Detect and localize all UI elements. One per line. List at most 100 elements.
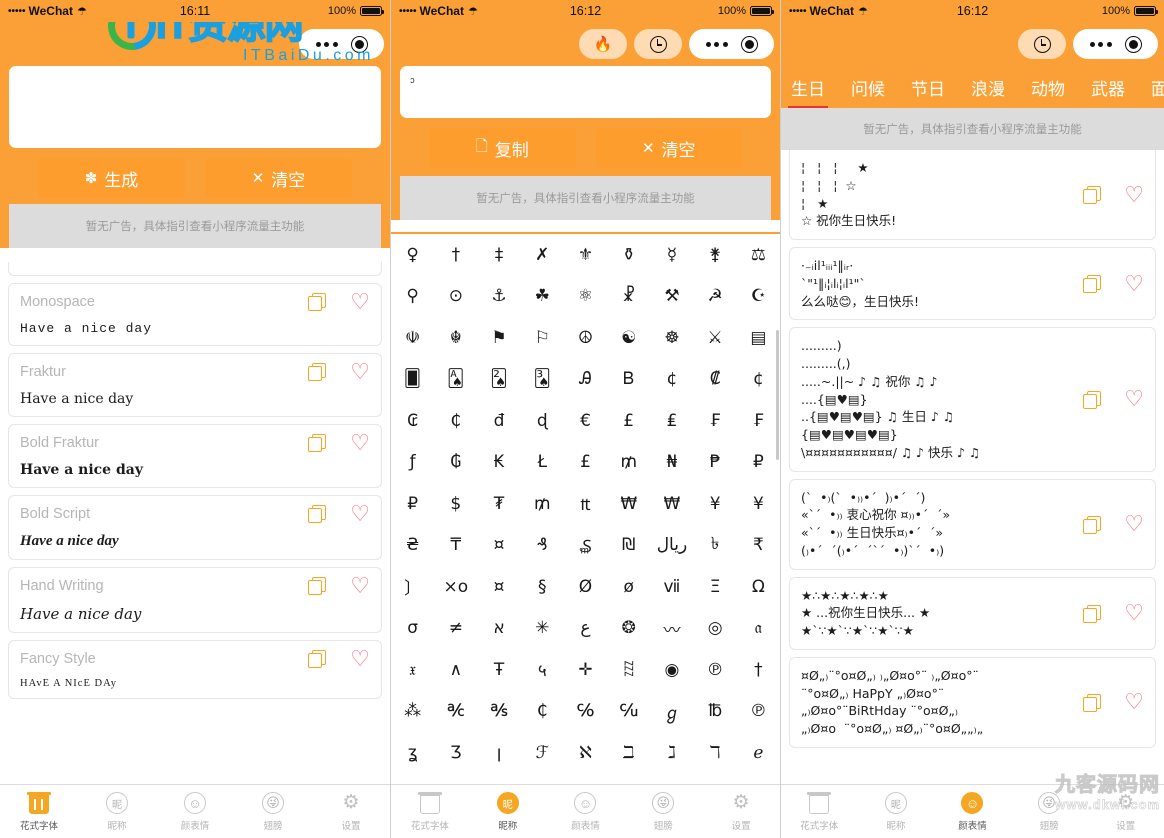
clear-button[interactable]: ✕ 清空	[595, 128, 742, 168]
symbol-cell[interactable]: ₩	[607, 483, 650, 525]
symbol-cell[interactable]: 〰	[650, 608, 693, 650]
symbol-cell[interactable]: ℗	[694, 649, 737, 691]
symbol-cell[interactable]: ▤	[737, 317, 780, 359]
emoticon-card[interactable]: ★∴★∴★∴★∴★ ★ ...祝你生日快乐... ★ ★`∵★`∵★`∵★`∵★…	[789, 576, 1156, 650]
symbol-cell[interactable]: ø	[607, 566, 650, 608]
tabbar-item-花式字体[interactable]: 花式字体	[391, 785, 469, 838]
symbol-cell[interactable]: ₢	[391, 400, 434, 442]
emoticon-card[interactable]: (` •₎(` •₎₎•´ )₎•´ ´) «`´ •₎₎ 衷心祝你 ¤₎₎•´…	[789, 478, 1156, 570]
symbol-cell[interactable]: Ø	[564, 566, 607, 608]
symbol-cell[interactable]: Ξ	[694, 566, 737, 608]
symbol-cell[interactable]: ⚒	[650, 276, 693, 318]
copy-icon[interactable]	[308, 363, 327, 381]
symbol-cell[interactable]: 〕	[391, 566, 434, 608]
symbol-cell[interactable]: ≐	[607, 774, 650, 785]
symbol-cell[interactable]: ⚲	[391, 276, 434, 318]
favorite-heart-icon[interactable]: ♡	[350, 360, 370, 382]
category-tabs[interactable]: 生日问候 节日 浪漫 动物 武器 面	[781, 66, 1164, 108]
history-button[interactable]	[1018, 29, 1066, 59]
symbol-cell[interactable]: ℶ	[607, 732, 650, 774]
tab-1[interactable]: 问候	[851, 75, 885, 100]
symbol-cell[interactable]: ƒ	[391, 442, 434, 484]
symbol-cell[interactable]: 🂢	[477, 359, 520, 401]
symbol-cell[interactable]: ✛	[564, 649, 607, 691]
symbol-cell[interactable]: ℀	[434, 691, 477, 733]
symbol-cell[interactable]: ⚱	[607, 234, 650, 276]
symbol-cell[interactable]: ₣	[694, 400, 737, 442]
symbol-cell[interactable]: ₽	[391, 483, 434, 525]
symbol-cell[interactable]: ᵃ⁄ₛ	[391, 774, 434, 785]
symbol-cell[interactable]: ℆	[607, 691, 650, 733]
symbol-cell[interactable]: ⁂	[391, 691, 434, 733]
symbol-cell[interactable]: ⚑	[477, 317, 520, 359]
symbol-cell[interactable]: Ł	[521, 442, 564, 484]
symbol-cell[interactable]: £	[607, 400, 650, 442]
symbol-cell[interactable]: ☘	[521, 276, 564, 318]
symbol-cell[interactable]: ع	[564, 608, 607, 650]
copy-icon[interactable]	[1083, 693, 1102, 712]
copy-icon[interactable]	[308, 650, 327, 668]
tabbar-item-颜表情[interactable]: ☺ 颜表情	[156, 785, 234, 838]
font-card[interactable]: Monospace ♡ Have a nice day	[8, 283, 382, 346]
text-input[interactable]	[9, 66, 381, 148]
symbol-cell[interactable]: ₰	[521, 525, 564, 567]
symbol-cell[interactable]: ₦	[650, 442, 693, 484]
symbol-cell[interactable]: ☭	[694, 276, 737, 318]
symbol-cell[interactable]: €	[564, 400, 607, 442]
tabbar-item-翅膀[interactable]: 😜 翅膀	[1011, 785, 1088, 838]
symbol-cell[interactable]: ₥	[521, 483, 564, 525]
symbol-cell[interactable]: ✗	[521, 234, 564, 276]
symbol-cell[interactable]: ℵ	[564, 732, 607, 774]
symbol-cell[interactable]: ₪	[607, 525, 650, 567]
history-button[interactable]	[634, 29, 682, 59]
tabbar-item-昵称[interactable]: 昵昵称	[469, 785, 547, 838]
symbol-cell[interactable]: ☯	[607, 317, 650, 359]
symbol-cell[interactable]: ◉	[650, 649, 693, 691]
symbol-cell[interactable]: $	[434, 483, 477, 525]
tab-6[interactable]: 面	[1151, 75, 1164, 100]
favorite-heart-icon[interactable]: ♡	[1124, 691, 1144, 713]
symbol-cell[interactable]: 𝔞	[737, 608, 780, 650]
font-card[interactable]: Bold Fraktur ♡ Have a nice day	[8, 424, 382, 488]
symbol-cell[interactable]: 🂡	[434, 359, 477, 401]
symbol-cell[interactable]: Ŧ	[477, 649, 520, 691]
symbol-cell[interactable]: Ω	[737, 566, 780, 608]
copy-icon[interactable]	[308, 577, 327, 595]
symbol-cell[interactable]: Ꭿ	[564, 359, 607, 401]
copy-icon[interactable]	[1083, 275, 1102, 294]
symbol-cell[interactable]: ☧	[607, 276, 650, 318]
target-icon[interactable]	[350, 35, 368, 53]
copy-icon[interactable]	[308, 293, 327, 311]
generate-button[interactable]: ✽ 生成	[38, 158, 185, 198]
copy-icon[interactable]	[308, 505, 327, 523]
symbol-cell[interactable]: ⚐	[521, 317, 564, 359]
vertical-scrollbar[interactable]	[776, 330, 779, 460]
symbol-cell[interactable]: ∂	[477, 774, 520, 785]
tab-4[interactable]: 动物	[1031, 75, 1065, 100]
symbol-cell[interactable]: σ	[391, 608, 434, 650]
symbol-cell[interactable]: †	[434, 234, 477, 276]
symbol-cell[interactable]: ∧	[434, 649, 477, 691]
symbol-cell[interactable]: ₱	[694, 442, 737, 484]
symbol-cell[interactable]: 𝔵	[391, 649, 434, 691]
favorite-heart-icon[interactable]: ♡	[1124, 388, 1144, 410]
symbol-cell[interactable]: ☬	[434, 317, 477, 359]
flame-button[interactable]: 🔥	[579, 29, 627, 59]
target-icon[interactable]	[740, 35, 758, 53]
font-card[interactable]: Fraktur ♡ Have a nice day	[8, 353, 382, 417]
copy-icon[interactable]	[1083, 604, 1102, 623]
symbol-cell[interactable]: ⚵	[694, 234, 737, 276]
symbol-cell[interactable]: ⚖	[737, 234, 780, 276]
tab-2[interactable]: 节日	[911, 75, 945, 100]
symbol-cell[interactable]: ℗	[737, 691, 780, 733]
symbol-cell[interactable]: ☿	[650, 234, 693, 276]
symbol-cell[interactable]: ↭	[434, 774, 477, 785]
tabbar-item-设置[interactable]: ⚙ 设置	[702, 785, 780, 838]
tab-bar-2[interactable]: 花式字体 昵昵称 ☺ 颜表情 😜 翅膀 ⚙ 设置	[391, 784, 780, 838]
symbol-cell[interactable]: ℸ	[694, 732, 737, 774]
favorite-heart-icon[interactable]: ♡	[1124, 513, 1144, 535]
favorite-heart-icon[interactable]: ♡	[1124, 272, 1144, 294]
tabbar-item-翅膀[interactable]: 😜 翅膀	[624, 785, 702, 838]
emoticon-card[interactable]: ·₋ᵢіl¹ᵢᵢᵢ¹‖ᵢᵣ· `"¹‖ᵢ¦ᵢlᵢ¦ᵢl¹"` 么么哒😊，生日快乐…	[789, 247, 1156, 321]
tab-5[interactable]: 武器	[1091, 75, 1125, 100]
